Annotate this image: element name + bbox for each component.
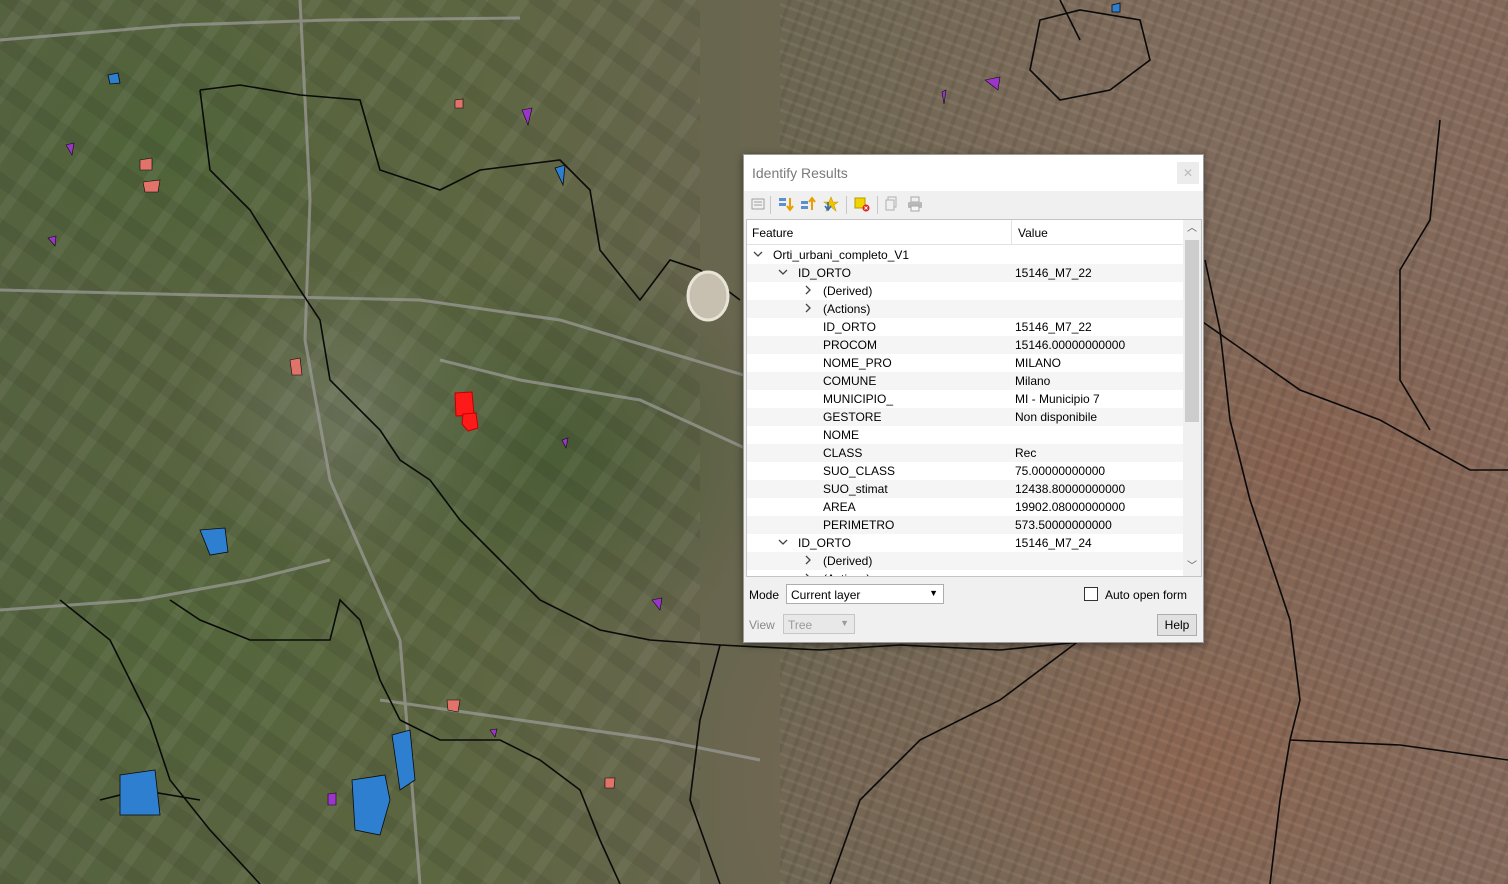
tree-row[interactable]: (Actions) bbox=[747, 300, 1184, 318]
chevron-down-icon[interactable] bbox=[776, 265, 790, 279]
scroll-thumb[interactable] bbox=[1185, 240, 1199, 422]
tree-row-feature: (Derived) bbox=[823, 284, 873, 298]
dialog-titlebar[interactable]: Identify Results ✕ bbox=[744, 155, 1203, 191]
tree-row-feature: ID_ORTO bbox=[798, 536, 851, 550]
copy-feature-icon[interactable] bbox=[884, 196, 900, 212]
tree-row-feature: Orti_urbani_completo_V1 bbox=[773, 248, 910, 262]
tree-row-value: 573.50000000000 bbox=[1015, 518, 1112, 532]
tree-row[interactable]: (Derived) bbox=[747, 282, 1184, 300]
dialog-title: Identify Results bbox=[752, 165, 848, 181]
close-icon: ✕ bbox=[1182, 166, 1194, 180]
view-select-value: Tree bbox=[788, 618, 813, 632]
tree-row-value: 75.00000000000 bbox=[1015, 464, 1106, 478]
tree-row[interactable]: Orti_urbani_completo_V1 bbox=[747, 246, 1184, 264]
column-divider[interactable] bbox=[1011, 220, 1012, 244]
tree-row-feature: ID_ORTO bbox=[798, 266, 851, 280]
print-icon[interactable] bbox=[907, 196, 923, 212]
tree-row-value: 15146.00000000000 bbox=[1015, 338, 1126, 352]
auto-open-form-label[interactable]: Auto open form bbox=[1105, 588, 1187, 602]
tree-row-feature: PROCOM bbox=[823, 338, 877, 352]
chevron-right-icon[interactable] bbox=[801, 571, 815, 577]
tree-row-feature: (Actions) bbox=[823, 302, 871, 316]
tree-row-feature: CLASS bbox=[823, 446, 863, 460]
identify-toolbar bbox=[744, 192, 1203, 218]
race-track bbox=[686, 270, 730, 322]
chevron-right-icon[interactable] bbox=[801, 553, 815, 567]
mode-label: Mode bbox=[749, 588, 780, 602]
tree-row-value: 15146_M7_22 bbox=[1015, 320, 1092, 334]
tree-row[interactable]: SUO_CLASS 75.00000000000 bbox=[747, 462, 1184, 480]
toolbar-separator bbox=[846, 196, 847, 214]
tree-row-feature: SUO_CLASS bbox=[823, 464, 896, 478]
tree-row[interactable]: AREA 19902.08000000000 bbox=[747, 498, 1184, 516]
tree-row-feature: NOME bbox=[823, 428, 859, 442]
view-label: View bbox=[749, 618, 775, 632]
tree-row-feature: ID_ORTO bbox=[823, 320, 876, 334]
tree-row[interactable]: GESTORE Non disponibile bbox=[747, 408, 1184, 426]
chevron-down-icon[interactable] bbox=[751, 247, 765, 261]
chevron-right-icon[interactable] bbox=[801, 301, 815, 315]
tree-row-feature: PERIMETRO bbox=[823, 518, 895, 532]
results-tree[interactable]: Feature Value Orti_urbani_completo_V1 ID_… bbox=[746, 219, 1202, 577]
toolbar-separator bbox=[877, 196, 878, 214]
expand-new-results-icon[interactable] bbox=[823, 196, 839, 212]
tree-row-value: MILANO bbox=[1015, 356, 1062, 370]
tree-row[interactable]: ID_ORTO 15146_M7_24 bbox=[747, 534, 1184, 552]
tree-row-value: 15146_M7_22 bbox=[1015, 266, 1092, 280]
mode-select[interactable]: Current layer ▼ bbox=[786, 584, 944, 604]
help-button[interactable]: Help bbox=[1157, 614, 1197, 636]
tree-row-value: Non disponibile bbox=[1015, 410, 1098, 424]
tree-row-feature: MUNICIPIO_ bbox=[823, 392, 894, 406]
column-header-feature[interactable]: Feature bbox=[752, 226, 793, 240]
toolbar-separator bbox=[770, 196, 771, 214]
scroll-down-button[interactable]: ﹀ bbox=[1183, 558, 1201, 576]
chevron-down-icon[interactable] bbox=[776, 535, 790, 549]
tree-row[interactable]: COMUNE Milano bbox=[747, 372, 1184, 390]
collapse-all-icon[interactable] bbox=[800, 196, 816, 212]
identify-results-dialog: Identify Results ✕ Feature Value Orti_ur… bbox=[743, 154, 1204, 643]
tree-row[interactable]: CLASS Rec bbox=[747, 444, 1184, 462]
expand-all-icon[interactable] bbox=[778, 196, 794, 212]
tree-row[interactable]: (Derived) bbox=[747, 552, 1184, 570]
dropdown-arrow-icon: ▼ bbox=[929, 588, 938, 598]
tree-row-value: 19902.08000000000 bbox=[1015, 500, 1126, 514]
tree-row-value: 15146_M7_24 bbox=[1015, 536, 1092, 550]
tree-row[interactable]: NOME_PRO MILANO bbox=[747, 354, 1184, 372]
close-button[interactable]: ✕ bbox=[1177, 162, 1199, 184]
scroll-up-button[interactable]: ︿ bbox=[1183, 220, 1201, 238]
tree-row[interactable]: (Actions) bbox=[747, 570, 1184, 577]
clear-results-icon[interactable] bbox=[854, 196, 870, 212]
tree-row-feature: (Actions) bbox=[823, 572, 870, 576]
tree-row-feature: (Derived) bbox=[823, 554, 873, 568]
tree-row-feature: AREA bbox=[823, 500, 856, 514]
tree-row[interactable]: PERIMETRO 573.50000000000 bbox=[747, 516, 1184, 534]
tree-vertical-scrollbar[interactable]: ︿ ﹀ bbox=[1183, 220, 1201, 576]
expand-tree-icon[interactable] bbox=[750, 196, 766, 212]
tree-row-feature: COMUNE bbox=[823, 374, 877, 388]
chevron-up-icon: ︿ bbox=[1187, 223, 1197, 234]
tree-row[interactable]: SUO_stimat 12438.80000000000 bbox=[747, 480, 1184, 498]
garden-parcels-salmon bbox=[139, 98, 616, 789]
column-header-value[interactable]: Value bbox=[1018, 226, 1048, 240]
tree-row[interactable]: PROCOM 15146.00000000000 bbox=[747, 336, 1184, 354]
tree-row-value: MI - Municipio 7 bbox=[1015, 392, 1100, 406]
tree-row-feature: GESTORE bbox=[823, 410, 882, 424]
tree-row-value: 12438.80000000000 bbox=[1015, 482, 1126, 496]
auto-open-form-checkbox[interactable] bbox=[1084, 587, 1098, 601]
tree-row[interactable]: ID_ORTO 15146_M7_22 bbox=[747, 318, 1184, 336]
mode-select-value: Current layer bbox=[791, 588, 861, 602]
tree-row-value: Rec bbox=[1015, 446, 1037, 460]
tree-row[interactable]: MUNICIPIO_ MI - Municipio 7 bbox=[747, 390, 1184, 408]
tree-row[interactable]: NOME bbox=[747, 426, 1184, 444]
view-select[interactable]: Tree ▼ bbox=[783, 614, 855, 634]
selected-feature-highlight bbox=[454, 391, 479, 432]
chevron-down-icon: ﹀ bbox=[1187, 561, 1197, 572]
tree-row-feature: SUO_stimat bbox=[823, 482, 888, 496]
tree-row-feature: NOME_PRO bbox=[823, 356, 892, 370]
tree-row-value: Milano bbox=[1015, 374, 1051, 388]
tree-row[interactable]: ID_ORTO 15146_M7_22 bbox=[747, 264, 1184, 282]
chevron-right-icon[interactable] bbox=[801, 283, 815, 297]
dropdown-arrow-icon: ▼ bbox=[840, 618, 849, 628]
tree-header: Feature Value bbox=[747, 220, 1184, 245]
